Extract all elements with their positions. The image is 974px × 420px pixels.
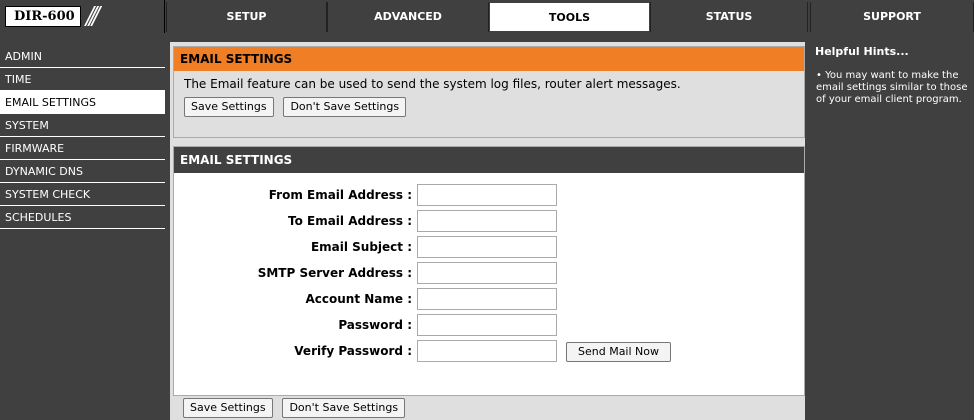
hints-title: Helpful Hints... xyxy=(815,45,909,58)
logo-area: DIR-600 /// xyxy=(0,0,165,33)
helpful-hints-panel: Helpful Hints... • You may want to make … xyxy=(810,42,974,420)
intro-panel-title: EMAIL SETTINGS xyxy=(174,47,804,71)
from-email-label: From Email Address : xyxy=(268,188,412,202)
verify-password-row: Verify Password : Send Mail Now xyxy=(174,338,804,364)
sidebar-item-firmware[interactable]: FIRMWARE xyxy=(0,137,165,160)
sidebar-item-dynamic-dns[interactable]: DYNAMIC DNS xyxy=(0,160,165,183)
sidebar: ADMIN TIME EMAIL SETTINGS SYSTEM FIRMWAR… xyxy=(0,45,165,420)
email-subject-label: Email Subject : xyxy=(310,240,412,254)
account-name-field[interactable] xyxy=(417,288,557,310)
verify-password-label: Verify Password : xyxy=(294,344,412,358)
brand-slashes-icon: /// xyxy=(86,2,100,30)
main-content: EMAIL SETTINGS The Email feature can be … xyxy=(170,42,805,420)
to-email-label: To Email Address : xyxy=(287,214,412,228)
sidebar-item-time[interactable]: TIME xyxy=(0,68,165,91)
account-name-label: Account Name : xyxy=(305,292,412,306)
password-row: Password : xyxy=(174,312,804,338)
sidebar-item-system-check[interactable]: SYSTEM CHECK xyxy=(0,183,165,206)
sidebar-item-schedules[interactable]: SCHEDULES xyxy=(0,206,165,229)
tab-setup[interactable]: SETUP xyxy=(166,2,327,32)
email-settings-form-panel: EMAIL SETTINGS From Email Address : To E… xyxy=(173,146,805,396)
account-name-row: Account Name : xyxy=(174,286,804,312)
verify-password-field[interactable] xyxy=(417,340,557,362)
sidebar-item-system[interactable]: SYSTEM xyxy=(0,114,165,137)
bottom-dont-save-settings-button[interactable]: Don't Save Settings xyxy=(282,398,406,418)
password-field[interactable] xyxy=(417,314,557,336)
smtp-server-label: SMTP Server Address : xyxy=(257,266,412,280)
to-email-field[interactable] xyxy=(417,210,557,232)
save-settings-button[interactable]: Save Settings xyxy=(184,97,274,117)
bottom-save-settings-button[interactable]: Save Settings xyxy=(183,398,273,418)
dont-save-settings-button[interactable]: Don't Save Settings xyxy=(283,97,407,117)
sidebar-item-admin[interactable]: ADMIN xyxy=(0,45,165,68)
from-email-row: From Email Address : xyxy=(174,182,804,208)
email-subject-field[interactable] xyxy=(417,236,557,258)
intro-description: The Email feature can be used to send th… xyxy=(184,77,681,91)
top-nav-bar: DIR-600 /// SETUP ADVANCED TOOLS STATUS … xyxy=(0,0,974,33)
intro-panel: EMAIL SETTINGS The Email feature can be … xyxy=(173,46,805,138)
tab-status[interactable]: STATUS xyxy=(650,2,808,32)
to-email-row: To Email Address : xyxy=(174,208,804,234)
from-email-field[interactable] xyxy=(417,184,557,206)
tab-tools[interactable]: TOOLS xyxy=(489,2,650,32)
password-label: Password : xyxy=(338,318,412,332)
smtp-server-field[interactable] xyxy=(417,262,557,284)
hints-body: • You may want to make the email setting… xyxy=(816,70,968,105)
send-mail-now-button[interactable]: Send Mail Now xyxy=(566,342,671,362)
smtp-server-row: SMTP Server Address : xyxy=(174,260,804,286)
sidebar-item-email-settings[interactable]: EMAIL SETTINGS xyxy=(0,91,165,114)
model-label: DIR-600 xyxy=(5,6,81,27)
email-subject-row: Email Subject : xyxy=(174,234,804,260)
tab-support[interactable]: SUPPORT xyxy=(810,2,974,32)
form-panel-title: EMAIL SETTINGS xyxy=(174,147,804,173)
tab-advanced[interactable]: ADVANCED xyxy=(327,2,489,32)
